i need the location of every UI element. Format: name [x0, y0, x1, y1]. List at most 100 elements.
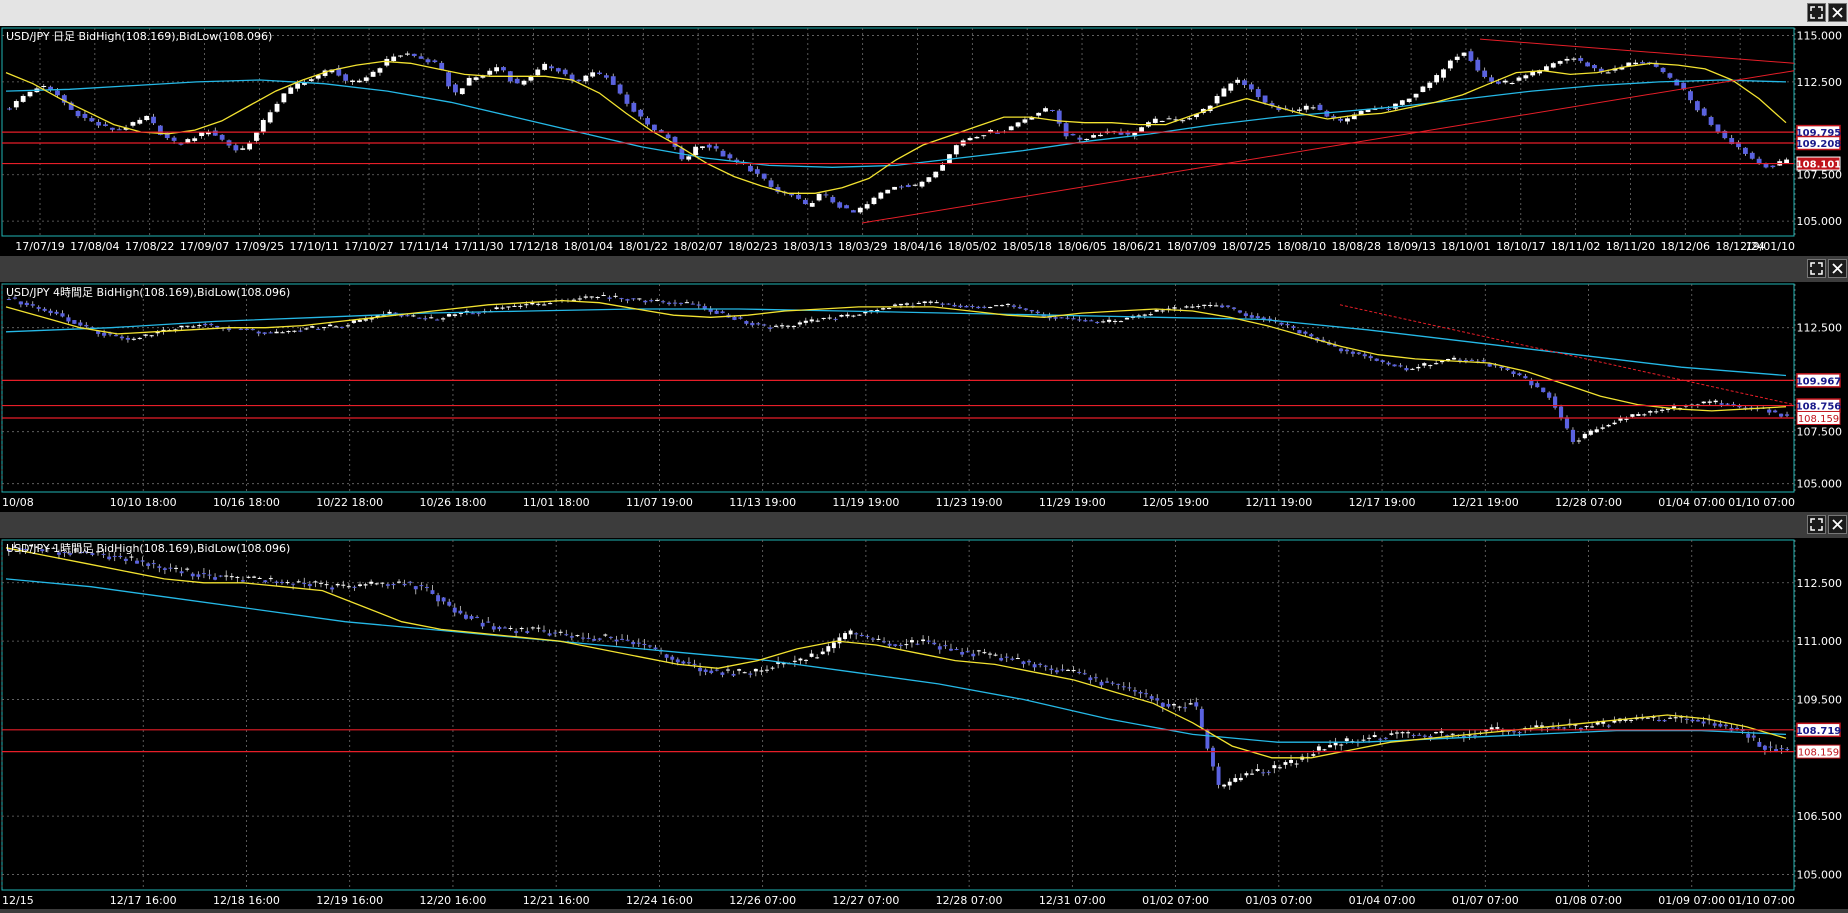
candle-body [440, 318, 446, 320]
candle-body [1667, 73, 1673, 78]
candle-body [748, 673, 753, 675]
candle-body [387, 311, 392, 314]
candle-body [744, 321, 749, 324]
candle-body [727, 154, 733, 159]
candle-body [1564, 417, 1570, 429]
candle-body [1060, 669, 1065, 671]
candle-body [1489, 77, 1494, 82]
candle-body [1530, 71, 1536, 76]
candle-body [871, 197, 877, 205]
candle-body [933, 171, 939, 178]
candle-body [686, 662, 691, 664]
candle-body [1516, 77, 1522, 81]
candle-body [1756, 158, 1762, 164]
candle-body [363, 77, 369, 81]
candle-body [497, 626, 502, 630]
candle-body [779, 325, 785, 327]
chart-area[interactable]: 17/07/19 17/08/04 17/08/22 17/09/07 17/09/25… [0, 26, 1848, 256]
candle-body [1636, 414, 1641, 416]
candle-body [693, 146, 698, 156]
candle-body [514, 78, 520, 84]
candle-body [1762, 745, 1767, 750]
candle-body [351, 320, 356, 323]
chart-area[interactable]: 12/15 12/17 16:00 12/18 16:00 12/19 16:00 12… [0, 538, 1848, 909]
candle-body [281, 93, 287, 103]
candle-body [934, 302, 939, 304]
candle-body [313, 581, 318, 583]
x-axis-label: 19/01/10 [1746, 240, 1795, 253]
candle-body [1668, 717, 1673, 719]
candle-body [1110, 682, 1115, 684]
candle-body [89, 118, 95, 122]
candle-body [1010, 658, 1015, 660]
maximize-button[interactable] [1807, 259, 1826, 278]
candle-body [1098, 134, 1103, 137]
candle-body [1160, 702, 1165, 707]
candle-body [878, 192, 884, 199]
candle-body [1172, 704, 1176, 706]
x-axis-label: 18/08/10 [1277, 240, 1326, 253]
candle-body [207, 574, 212, 576]
candle-body [1469, 359, 1474, 361]
candle-body [113, 335, 119, 337]
candle-body [603, 634, 608, 636]
candle-body [55, 90, 60, 96]
candle-body [1557, 61, 1563, 64]
chart-area[interactable]: 10/08 10/10 18:00 10/16 18:00 10/22 18:00 10… [0, 282, 1848, 512]
candle-body [1023, 308, 1028, 310]
y-axis-label: 107.500 [1797, 169, 1843, 182]
candle-body [1356, 352, 1361, 354]
candle-body [1746, 733, 1751, 738]
candle-body [475, 616, 480, 618]
candle-body [1715, 124, 1721, 132]
maximize-button[interactable] [1807, 3, 1826, 22]
candle-body [610, 76, 616, 85]
candle-body [1071, 318, 1076, 320]
x-axis-label: 01/07 07:00 [1452, 894, 1519, 907]
candle-body [1144, 693, 1149, 695]
candle-body [815, 320, 820, 322]
candle-body [252, 576, 257, 578]
candle-body [260, 120, 266, 132]
x-axis-label: 12/19 16:00 [316, 894, 383, 907]
close-button[interactable] [1828, 259, 1847, 278]
x-axis-label: 12/21 19:00 [1452, 496, 1519, 509]
candle-body [1712, 723, 1717, 726]
maximize-button[interactable] [1807, 515, 1826, 534]
candle-body [815, 657, 820, 659]
close-button[interactable] [1828, 515, 1847, 534]
candle-body [549, 66, 554, 69]
candle-body [1183, 707, 1188, 709]
x-axis-label: 18/05/02 [948, 240, 997, 253]
candle-body [536, 627, 541, 629]
candle-body [617, 84, 623, 94]
candle-body [1084, 138, 1090, 140]
candle-body [439, 62, 445, 70]
close-button[interactable] [1828, 3, 1847, 22]
candle-body [1116, 683, 1121, 685]
candle-body [631, 641, 636, 645]
candle-body [192, 138, 198, 141]
candle-body [397, 581, 401, 583]
candle-body [1660, 67, 1666, 73]
candle-body [916, 302, 921, 304]
candle-body [1562, 727, 1567, 729]
candle-body [876, 638, 881, 640]
candle-body [1768, 746, 1773, 748]
candle-body [887, 643, 892, 646]
candle-body [981, 135, 987, 137]
candle-body [1127, 687, 1132, 689]
candle-body [926, 177, 932, 182]
x-axis-label: 01/03 07:00 [1245, 894, 1312, 907]
candle-body [254, 132, 259, 141]
candle-body [1311, 754, 1316, 756]
candle-body [1434, 732, 1438, 734]
candle-body [937, 646, 942, 650]
candle-body [943, 645, 948, 647]
candle-body [714, 669, 719, 671]
candle-body [748, 165, 753, 172]
candle-body [759, 670, 764, 672]
x-axis-label: 18/10/01 [1441, 240, 1490, 253]
candle-body [1199, 708, 1204, 728]
panel-titlebar [0, 512, 1848, 538]
